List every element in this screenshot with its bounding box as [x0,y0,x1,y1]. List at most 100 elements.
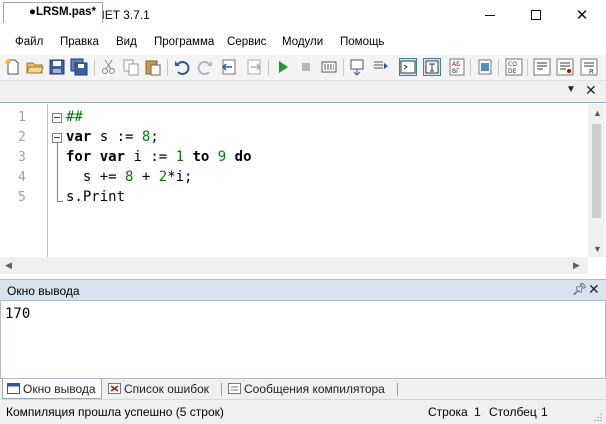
debug-step-over-icon [374,61,388,69]
save-button[interactable] [48,58,66,76]
open-button[interactable] [26,58,44,76]
menu-edit[interactable]: Правка [60,36,99,48]
debug-step-button[interactable] [349,58,367,76]
status-bar: Компиляция прошла успешно (5 строк) Стро… [0,399,606,424]
line-number: 3 [18,150,26,165]
redo-button[interactable] [196,58,214,76]
tab-separator [221,383,222,396]
menu-help[interactable]: Помощь [340,36,384,48]
tab-output-window[interactable]: Окно вывода [2,379,102,399]
menu-modules[interactable]: Модули [282,36,323,48]
toolbar-separator [94,59,95,76]
document-tab-strip [0,81,606,103]
toolbar-separator [527,59,528,76]
new-file-button[interactable] [4,58,22,76]
compile-icon [321,61,337,73]
svg-text:DE: DE [508,68,517,75]
tab-lrsm-pas[interactable]: ●LRSM.pas* [3,2,103,23]
tab-list-dropdown[interactable]: ▼ [566,84,576,95]
tab-error-list[interactable]: Список ошибок [104,379,220,399]
code-line: for var i := 1 to 9 do [66,149,252,165]
code-line: s.Print [66,189,125,205]
navigate-forward-icon [247,59,262,75]
templates-2-button[interactable] [556,58,574,76]
undo-icon [175,61,190,75]
templates-button[interactable] [533,58,551,76]
close-output-button[interactable]: ✕ [588,281,600,298]
code-token: 2 [158,169,168,185]
line-number: 2 [18,130,26,145]
scroll-up-icon[interactable]: ▲ [593,108,602,118]
fold-toggle[interactable] [52,113,62,123]
scroll-thumb[interactable] [592,124,601,218]
cut-button[interactable] [100,58,118,76]
code-editor[interactable]: 1 2 3 4 5 ## var s := 8; for var i := 1 … [0,104,606,272]
debug-step-over-button[interactable] [372,58,390,76]
menu-program[interactable]: Программа [154,36,214,48]
output-pane[interactable]: 170 [0,301,606,378]
compiler-messages-icon [228,383,241,394]
tab-compiler-messages[interactable]: Сообщения компилятора [224,379,394,399]
menu-service[interactable]: Сервис [227,36,266,48]
toolbar-separator [343,59,344,76]
vertical-scrollbar[interactable]: ▲ ▼ [588,104,605,257]
toolbar-separator [498,59,499,76]
compile-button[interactable] [320,58,338,76]
horizontal-scrollbar[interactable]: ◀ ▶ [0,257,588,274]
templates-3-button[interactable]: R [580,58,598,76]
code-button[interactable]: CO DE [505,58,523,76]
code-token: s.Print [66,189,126,205]
resize-grip-icon[interactable] [592,411,602,421]
minimize-icon [485,15,495,16]
navigate-forward-button[interactable] [245,58,263,76]
format-button[interactable] [423,58,441,76]
save-all-button[interactable] [70,58,88,76]
tab-separator [397,383,398,396]
abc-button[interactable]: АБ ВГ [448,58,466,76]
minimize-button[interactable] [467,0,513,31]
status-row-label: Строка [428,405,468,419]
undo-button[interactable] [173,58,191,76]
pin-icon[interactable]: 📌︎ [572,282,587,296]
code-token: 9 [217,149,227,165]
run-button[interactable] [274,58,292,76]
fold-toggle[interactable] [52,133,62,143]
code-token: to [192,149,210,165]
status-col-label: Столбец [489,405,537,419]
svg-text:R: R [589,68,594,76]
copy-button[interactable] [122,58,140,76]
scroll-down-icon[interactable]: ▼ [593,244,602,254]
tab-label: Список ошибок [124,382,210,396]
new-file-icon [5,59,19,75]
stop-button[interactable] [297,58,315,76]
code-line: var s := 8; [66,129,159,145]
line-number: 4 [18,170,26,185]
menu-bar: Файл Правка Вид Программа Сервис Модули … [0,31,606,55]
menu-view[interactable]: Вид [116,36,137,48]
svg-text:ВГ: ВГ [452,68,460,75]
fold-guide [57,143,58,201]
navigate-back-button[interactable] [220,58,238,76]
code-token: for [66,149,92,165]
maximize-button[interactable] [513,0,559,31]
toolbar-separator [268,59,269,76]
maximize-icon [531,10,541,20]
close-tab-button[interactable]: ✕ [585,82,597,99]
chevron-down-icon: ▼ [566,84,576,95]
output-window-button[interactable] [399,58,417,76]
window-button[interactable] [476,58,494,76]
close-window-button[interactable]: ✕ [559,0,605,31]
scroll-right-icon[interactable]: ▶ [573,260,580,271]
output-pane-header: Окно вывода 📌︎ ✕ [0,279,606,301]
menu-file[interactable]: Файл [15,36,43,48]
status-col-value: 1 [541,405,548,419]
paste-button[interactable] [144,58,162,76]
output-window-icon [400,60,416,74]
save-all-icon [70,58,88,76]
fold-guide-end [57,201,63,202]
tab-label: Сообщения компилятора [244,382,385,396]
output-text: 170 [5,306,31,322]
scroll-left-icon[interactable]: ◀ [5,260,12,271]
